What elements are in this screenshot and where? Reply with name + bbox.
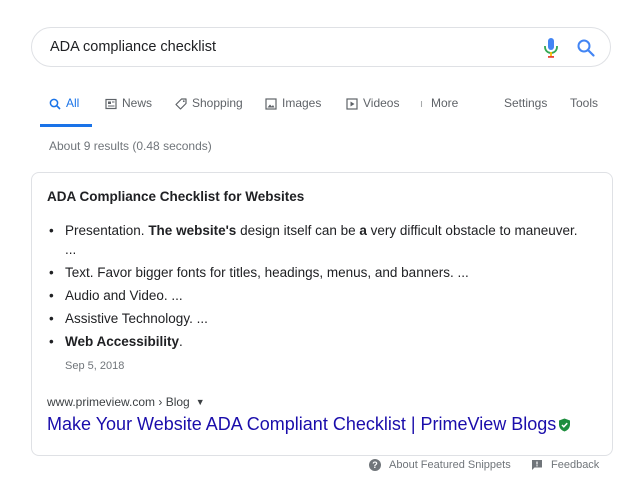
snippet-text: Assistive Technology. ... bbox=[65, 311, 208, 326]
snippet-text: Text. Favor bigger fonts for titles, hea… bbox=[65, 265, 469, 280]
tab-images-label: Images bbox=[282, 96, 322, 110]
tab-images[interactable]: Images bbox=[265, 96, 321, 126]
result-link[interactable]: Make Your Website ADA Compliant Checklis… bbox=[47, 414, 571, 435]
snippet-date: Sep 5, 2018 bbox=[65, 360, 125, 372]
tools-label: Tools bbox=[570, 96, 599, 110]
search-input[interactable] bbox=[50, 37, 520, 57]
snippet-list: Presentation. The website's design itsel… bbox=[47, 221, 587, 355]
list-item: Web Accessibility. bbox=[47, 332, 587, 351]
image-icon bbox=[265, 98, 277, 110]
tab-shopping[interactable]: Shopping bbox=[175, 96, 243, 126]
microphone-icon[interactable] bbox=[541, 37, 561, 59]
tag-icon bbox=[175, 98, 187, 110]
featured-snippet-card: ADA Compliance Checklist for Websites Pr… bbox=[31, 172, 613, 456]
result-cite: www.primeview.com › Blog ▼ bbox=[47, 395, 205, 409]
help-icon: ? bbox=[369, 459, 381, 471]
cite-url: www.primeview.com › Blog bbox=[47, 395, 190, 409]
snippet-text: Audio and Video. ... bbox=[65, 288, 183, 303]
snippet-title: ADA Compliance Checklist for Websites bbox=[47, 189, 305, 204]
list-item: Assistive Technology. ... bbox=[47, 309, 587, 328]
tab-more[interactable]: More bbox=[420, 96, 458, 126]
feedback-label: Feedback bbox=[551, 459, 600, 471]
snippet-bold-text: The website's bbox=[148, 223, 237, 238]
tab-shopping-label: Shopping bbox=[192, 96, 243, 110]
snippet-footer: ? About Featured Snippets Feedback bbox=[0, 458, 640, 478]
feedback-icon bbox=[532, 460, 542, 470]
feedback-link[interactable]: Feedback bbox=[531, 459, 599, 471]
about-featured-snippets-link[interactable]: ? About Featured Snippets bbox=[369, 459, 511, 471]
search-tabs: All News Shopping Images Videos More Set… bbox=[0, 96, 640, 127]
search-box[interactable] bbox=[31, 27, 611, 67]
tab-all-label: All bbox=[66, 96, 80, 110]
caret-down-icon[interactable]: ▼ bbox=[196, 397, 205, 407]
list-item: Audio and Video. ... bbox=[47, 286, 587, 305]
snippet-bold-text: a bbox=[359, 223, 367, 238]
tab-news[interactable]: News bbox=[105, 96, 152, 126]
results-stats: About 9 results (0.48 seconds) bbox=[49, 139, 212, 153]
svg-text:?: ? bbox=[372, 460, 378, 470]
list-item: Presentation. The website's design itsel… bbox=[47, 221, 587, 259]
settings-label: Settings bbox=[504, 96, 548, 110]
about-featured-snippets-label: About Featured Snippets bbox=[389, 459, 511, 471]
more-vertical-icon bbox=[420, 101, 423, 107]
tools-link[interactable]: Tools bbox=[570, 96, 598, 126]
tab-videos-label: Videos bbox=[363, 96, 400, 110]
tab-news-label: News bbox=[122, 96, 153, 110]
snippet-bold-text: Web Accessibility bbox=[65, 334, 180, 349]
result-link-title: Make Your Website ADA Compliant Checklis… bbox=[47, 414, 557, 434]
play-icon bbox=[346, 98, 358, 110]
news-icon bbox=[105, 98, 117, 110]
verified-shield-icon bbox=[559, 418, 571, 431]
snippet-text: Presentation. bbox=[65, 223, 149, 238]
list-item: Text. Favor bigger fonts for titles, hea… bbox=[47, 263, 587, 282]
snippet-text: design itself can be bbox=[236, 223, 360, 238]
tab-all[interactable]: All bbox=[49, 96, 79, 126]
active-tab-indicator bbox=[40, 124, 92, 127]
settings-link[interactable]: Settings bbox=[504, 96, 547, 126]
tab-more-label: More bbox=[431, 96, 459, 110]
snippet-text: . bbox=[179, 334, 183, 349]
search-icon bbox=[49, 98, 61, 110]
search-icon[interactable] bbox=[576, 38, 596, 58]
tab-videos[interactable]: Videos bbox=[346, 96, 399, 126]
